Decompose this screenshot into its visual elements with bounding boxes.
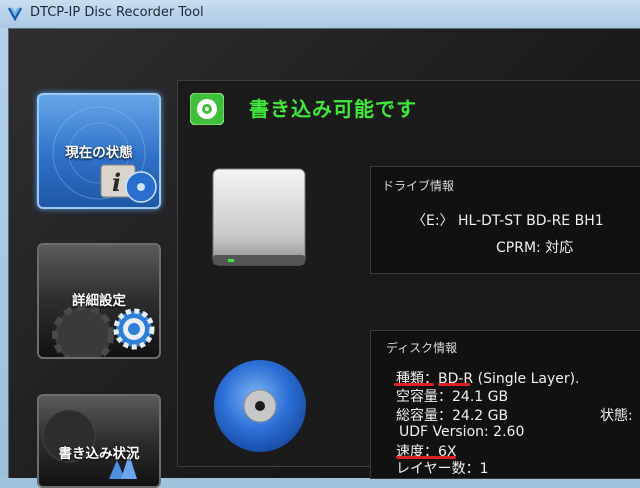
disc-free-space: 空容量：24.1 GB (396, 389, 509, 405)
hard-drive-icon (212, 168, 306, 266)
disc-info-title: ディスク情報 (386, 341, 458, 355)
disc-ok-icon (190, 93, 224, 125)
status-message: 書き込み可能です (249, 97, 417, 121)
sidebar-item-current-status[interactable]: 現在の状態 i (37, 93, 161, 209)
drive-info-title: ドライブ情報 (382, 179, 455, 193)
svg-text:i: i (112, 168, 121, 197)
blu-ray-disc-icon (214, 360, 306, 452)
write-disc-icon (42, 409, 137, 479)
sidebar-item-label: 現在の状態 (65, 145, 133, 161)
layer-count: レイヤー数：1 (396, 461, 489, 477)
sidebar-item-label: 書き込み状況 (58, 446, 140, 462)
annotation-underline (396, 456, 456, 459)
sidebar-item-write-status[interactable]: 書き込み状況 (37, 394, 161, 488)
window-title: DTCP-IP Disc Recorder Tool (30, 5, 204, 20)
disc-total-space: 総容量：24.2 GB (396, 408, 509, 424)
title-bar[interactable]: DTCP-IP Disc Recorder Tool (0, 0, 640, 29)
cprm-support: CPRM: 対応 (496, 240, 574, 256)
sidebar-item-settings[interactable]: 詳細設定 (37, 243, 161, 359)
annotation-underline (438, 383, 470, 386)
udf-version: UDF Version: 2.60 (399, 424, 525, 440)
disc-state-label: 状態: (600, 408, 633, 424)
drive-name: 〈E:〉 HL-DT-ST BD-RE BH1 (412, 213, 604, 229)
info-icon: i (100, 164, 157, 203)
app-icon (7, 7, 23, 21)
annotation-underline (394, 383, 434, 386)
gear-icon (113, 308, 155, 350)
